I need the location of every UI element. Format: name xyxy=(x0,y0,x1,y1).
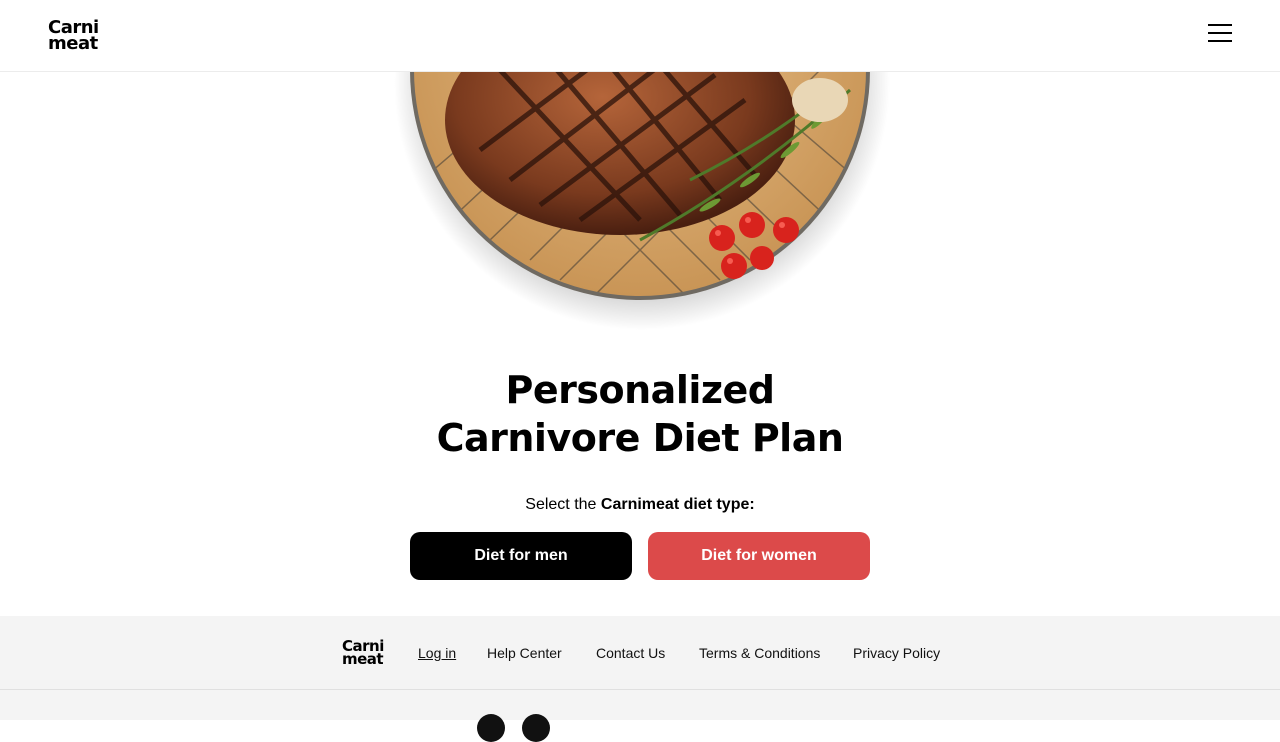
contact-us-link[interactable]: Contact Us xyxy=(596,644,665,662)
title-line-1: Personalized xyxy=(505,368,775,412)
page-title: Personalized Carnivore Diet Plan xyxy=(0,366,1280,462)
footer: Carni meat Log in Help Center Contact Us… xyxy=(0,616,1280,742)
terms-link[interactable]: Terms & Conditions xyxy=(699,644,820,662)
help-center-link[interactable]: Help Center xyxy=(487,644,562,662)
login-link[interactable]: Log in xyxy=(418,644,456,662)
logo[interactable]: Carni meat xyxy=(48,19,99,54)
logo-line-2: meat xyxy=(48,33,98,54)
diet-for-men-button[interactable]: Diet for men xyxy=(410,532,632,580)
social-icon[interactable] xyxy=(522,714,550,742)
diet-type-prompt: Select the Carnimeat diet type: xyxy=(0,494,1280,516)
footer-logo-line-2: meat xyxy=(342,650,384,668)
footer-logo[interactable]: Carni meat xyxy=(342,639,384,668)
footer-links-row: Carni meat Log in Help Center Contact Us… xyxy=(0,616,1280,690)
social-icon[interactable] xyxy=(477,714,505,742)
prompt-prefix: Select the xyxy=(525,496,601,513)
privacy-policy-link[interactable]: Privacy Policy xyxy=(853,644,940,662)
title-line-2: Carnivore Diet Plan xyxy=(436,416,844,460)
header: Carni meat xyxy=(0,0,1280,72)
hamburger-menu-icon[interactable] xyxy=(1208,24,1232,44)
prompt-bold: Carnimeat diet type: xyxy=(600,496,755,513)
diet-for-women-button[interactable]: Diet for women xyxy=(648,532,870,580)
